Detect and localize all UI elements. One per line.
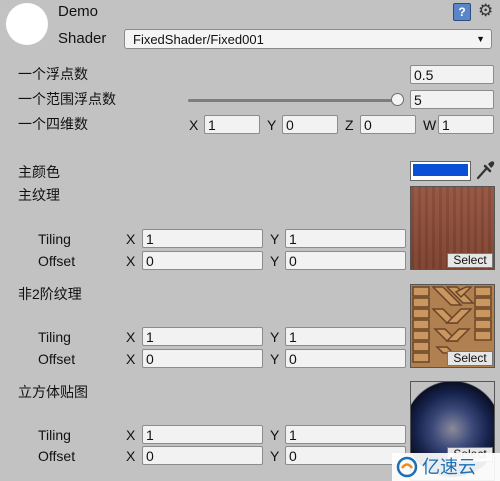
eyedropper-icon[interactable] bbox=[475, 159, 495, 181]
vector-w-input[interactable]: 1 bbox=[438, 115, 494, 134]
tiling-x-input[interactable]: 1 bbox=[142, 229, 263, 248]
offset-label: Offset bbox=[38, 253, 76, 269]
range-slider-track[interactable] bbox=[188, 99, 400, 102]
tiling-x-input[interactable]: 1 bbox=[142, 327, 263, 346]
tiling-y-input[interactable]: 1 bbox=[285, 425, 406, 444]
npot-texture-slot[interactable]: Select bbox=[410, 284, 495, 368]
range-slider-handle[interactable] bbox=[391, 93, 404, 106]
tiling-label: Tiling bbox=[38, 231, 71, 247]
shader-dropdown-value: FixedShader/Fixed001 bbox=[133, 32, 264, 47]
tiling-y-label: Y bbox=[270, 329, 280, 345]
vector-x-input[interactable]: 1 bbox=[204, 115, 260, 134]
vector-y-label: Y bbox=[267, 117, 277, 133]
cubemap-label: 立方体贴图 bbox=[18, 384, 88, 400]
range-input[interactable]: 5 bbox=[410, 90, 494, 109]
offset-label: Offset bbox=[38, 448, 76, 464]
gear-icon[interactable]: ⚙ bbox=[478, 2, 493, 20]
vector-z-input[interactable]: 0 bbox=[360, 115, 416, 134]
vector-x-label: X bbox=[189, 117, 199, 133]
offset-y-input[interactable]: 0 bbox=[285, 349, 406, 368]
offset-y-input[interactable]: 0 bbox=[285, 446, 406, 465]
offset-y-input[interactable]: 0 bbox=[285, 251, 406, 270]
select-texture-button[interactable]: Select bbox=[447, 253, 493, 268]
tiling-x-input[interactable]: 1 bbox=[142, 425, 263, 444]
tiling-x-label: X bbox=[126, 231, 136, 247]
shader-dropdown[interactable]: FixedShader/Fixed001 ▼ bbox=[124, 29, 492, 49]
offset-x-label: X bbox=[126, 448, 136, 464]
color-alpha-bar bbox=[413, 177, 468, 179]
tiling-label: Tiling bbox=[38, 329, 71, 345]
float-input[interactable]: 0.5 bbox=[410, 65, 494, 84]
tiling-label: Tiling bbox=[38, 427, 71, 443]
material-preview-thumbnail bbox=[6, 3, 48, 45]
offset-label: Offset bbox=[38, 351, 76, 367]
tiling-x-label: X bbox=[126, 427, 136, 443]
main-texture-slot[interactable]: Select bbox=[410, 186, 495, 270]
float-property-label: 一个浮点数 bbox=[18, 66, 88, 82]
offset-y-label: Y bbox=[270, 448, 280, 464]
offset-x-input[interactable]: 0 bbox=[142, 251, 263, 270]
tiling-y-input[interactable]: 1 bbox=[285, 229, 406, 248]
main-texture-label: 主纹理 bbox=[18, 187, 60, 203]
vector-y-input[interactable]: 0 bbox=[282, 115, 338, 134]
tiling-y-label: Y bbox=[270, 231, 280, 247]
chevron-down-icon: ▼ bbox=[476, 34, 485, 44]
range-property-label: 一个范围浮点数 bbox=[18, 91, 116, 107]
offset-x-label: X bbox=[126, 351, 136, 367]
watermark: 亿速云 bbox=[392, 453, 500, 481]
tiling-y-input[interactable]: 1 bbox=[285, 327, 406, 346]
offset-x-input[interactable]: 0 bbox=[142, 349, 263, 368]
vector-property-label: 一个四维数 bbox=[18, 116, 88, 132]
vector-z-label: Z bbox=[345, 117, 354, 133]
offset-y-label: Y bbox=[270, 253, 280, 269]
tiling-x-label: X bbox=[126, 329, 136, 345]
color-property-label: 主颜色 bbox=[18, 164, 60, 180]
select-texture-button[interactable]: Select bbox=[447, 351, 493, 366]
vector-w-label: W bbox=[423, 117, 437, 133]
offset-x-label: X bbox=[126, 253, 136, 269]
color-fill bbox=[413, 164, 468, 176]
cloud-logo-icon bbox=[396, 456, 418, 478]
watermark-text: 亿速云 bbox=[422, 457, 476, 477]
material-name: Demo bbox=[58, 3, 99, 20]
offset-x-input[interactable]: 0 bbox=[142, 446, 263, 465]
tiling-y-label: Y bbox=[270, 427, 280, 443]
help-book-icon[interactable]: ? bbox=[453, 3, 471, 21]
color-swatch[interactable] bbox=[410, 161, 471, 181]
shader-label: Shader bbox=[58, 30, 107, 47]
offset-y-label: Y bbox=[270, 351, 280, 367]
npot-texture-label: 非2阶纹理 bbox=[18, 286, 82, 302]
